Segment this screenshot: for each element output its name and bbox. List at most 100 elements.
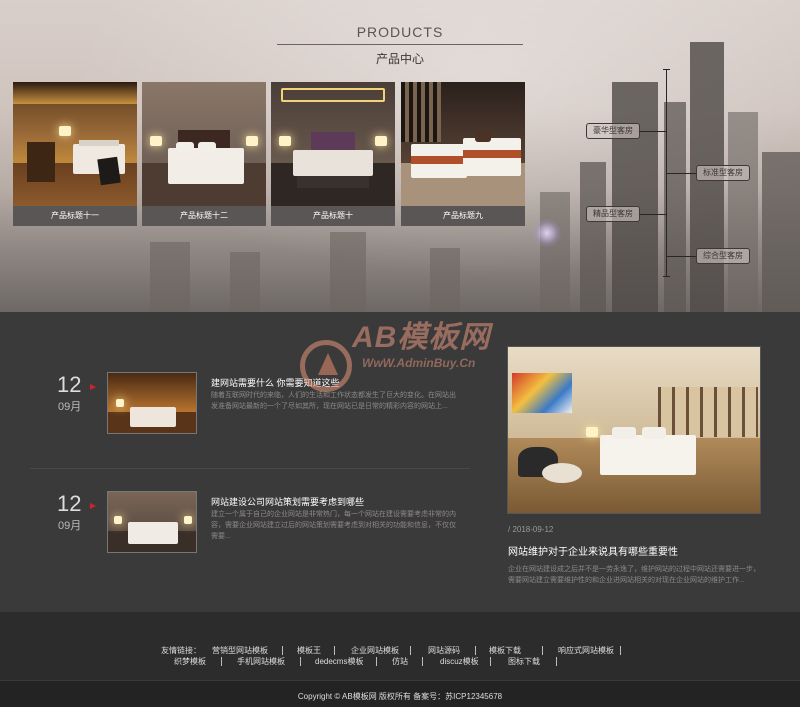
link-separator: [334, 646, 335, 655]
footer-link[interactable]: 营销型网站模板: [212, 645, 268, 656]
news-month: 09月: [58, 520, 82, 532]
scallop-bump: [714, 614, 736, 626]
link-separator: [376, 657, 377, 666]
timeline-node[interactable]: 综合型客房: [696, 248, 750, 264]
scallop-bump: [594, 614, 616, 626]
scallop-bump: [334, 614, 356, 626]
product-card[interactable]: 产品标题十二: [142, 82, 266, 226]
scallop-bump: [54, 614, 76, 626]
product-caption[interactable]: 产品标题十: [271, 206, 395, 226]
scallop-bump: [94, 614, 116, 626]
product-card[interactable]: 产品标题十一: [13, 82, 137, 226]
skyline-building: [150, 242, 190, 312]
link-separator: [542, 646, 543, 655]
product-image[interactable]: [142, 82, 266, 206]
scallop-bump: [134, 614, 156, 626]
footer-link[interactable]: 仿站: [392, 656, 408, 667]
scallop-bump: [174, 614, 196, 626]
footer-scallop-border: [0, 612, 800, 626]
scallop-bump: [634, 614, 656, 626]
scallop-bump: [474, 614, 496, 626]
skyline-building: [664, 102, 686, 312]
products-title-en: PRODUCTS: [356, 24, 444, 40]
product-image[interactable]: [401, 82, 525, 206]
products-section: PRODUCTS 产品中心 产品标题十一 产品标题十二 产品标题十 产品标题九 …: [0, 0, 800, 312]
news-item[interactable]: 12 09月 建网站需要什么 你需要知道这些 随着互联网时代的来临，人们的生活和…: [30, 372, 470, 462]
scallop-bump: [194, 614, 216, 626]
timeline-connector: [666, 256, 696, 257]
link-separator: [620, 646, 621, 655]
timeline-tick: [663, 69, 670, 70]
link-separator: [410, 646, 411, 655]
news-title[interactable]: 网站建设公司网站策划需要考虑到哪些: [211, 495, 471, 508]
copyright: Copyright © AB模板网 版权所有 备案号：苏ICP12345678: [297, 692, 503, 701]
scallop-bump: [414, 614, 436, 626]
scallop-bump: [254, 614, 276, 626]
timeline-connector: [666, 173, 696, 174]
product-caption[interactable]: 产品标题十一: [13, 206, 137, 226]
scallop-bump: [494, 614, 516, 626]
title-divider: [277, 44, 523, 45]
link-separator: [422, 657, 423, 666]
footer-link[interactable]: discuz模板: [440, 656, 479, 667]
featured-date: / 2018-09-12: [508, 525, 554, 534]
link-separator: [490, 657, 491, 666]
light-flare: [532, 218, 562, 248]
scallop-bump: [294, 614, 316, 626]
scallop-bump: [354, 614, 376, 626]
scallop-bump: [434, 614, 456, 626]
product-image[interactable]: [13, 82, 137, 206]
skyline-building: [612, 82, 658, 312]
skyline-building: [762, 152, 800, 312]
skyline-building: [540, 192, 570, 312]
scallop-bump: [274, 614, 296, 626]
link-separator: [300, 657, 301, 666]
scallop-bump: [374, 614, 396, 626]
news-month: 09月: [58, 401, 82, 413]
skyline-building: [230, 252, 260, 312]
link-separator: [282, 646, 283, 655]
scallop-bump: [554, 614, 576, 626]
news-thumbnail[interactable]: [107, 491, 197, 553]
news-title[interactable]: 建网站需要什么 你需要知道这些: [211, 376, 471, 389]
news-item[interactable]: 12 09月 网站建设公司网站策划需要考虑到哪些 建立一个属于自己的企业网站是非…: [30, 491, 470, 581]
product-caption[interactable]: 产品标题九: [401, 206, 525, 226]
scallop-bump: [694, 614, 716, 626]
news-day: 12: [57, 491, 82, 516]
footer-link[interactable]: 企业网站模板: [351, 645, 399, 656]
divider: [30, 468, 470, 469]
footer-link[interactable]: 图标下载: [508, 656, 540, 667]
scallop-bump: [754, 614, 776, 626]
product-card[interactable]: 产品标题九: [401, 82, 525, 226]
news-thumbnail[interactable]: [107, 372, 197, 434]
news-desc: 随着互联网时代的来临，人们的生活和工作状态都发生了巨大的变化。在网站出发准备网站…: [211, 392, 456, 410]
footer-link[interactable]: 响应式网站模板: [558, 645, 614, 656]
products-title-cn: 产品中心: [375, 52, 424, 66]
scallop-bump: [534, 614, 556, 626]
skyline-building: [330, 232, 366, 312]
timeline-connector: [638, 214, 666, 215]
scallop-bump: [794, 614, 800, 626]
footer-link[interactable]: 模板下载: [489, 645, 521, 656]
footer-link[interactable]: 手机网站模板: [237, 656, 285, 667]
footer-link[interactable]: 模板王: [297, 645, 321, 656]
footer-link[interactable]: dedecms模板: [315, 656, 363, 667]
scallop-bump: [394, 614, 416, 626]
scallop-bump: [574, 614, 596, 626]
footer-link[interactable]: 织梦模板: [174, 656, 206, 667]
scallop-bump: [454, 614, 476, 626]
footer-link[interactable]: 网站源码: [428, 645, 460, 656]
skyline-building: [728, 112, 758, 312]
link-separator: [475, 646, 476, 655]
featured-title[interactable]: 网站维护对于企业来说具有哪些重要性: [508, 543, 678, 558]
product-card[interactable]: 产品标题十: [271, 82, 395, 226]
product-caption[interactable]: 产品标题十二: [142, 206, 266, 226]
links-row: 织梦模板 手机网站模板 dedecms模板 仿站 discuz模板 图标下载: [156, 656, 676, 667]
product-image[interactable]: [271, 82, 395, 206]
news-desc: 建立一个属于自己的企业网站是非常热门，每一个网站在建设需要考虑非常的内容，需要企…: [211, 511, 456, 540]
timeline-node[interactable]: 精品型客房: [586, 206, 640, 222]
timeline-node[interactable]: 标准型客房: [696, 165, 750, 181]
timeline-node[interactable]: 豪华型客房: [586, 123, 640, 139]
skyline-building: [430, 248, 460, 312]
featured-image[interactable]: [507, 346, 761, 514]
